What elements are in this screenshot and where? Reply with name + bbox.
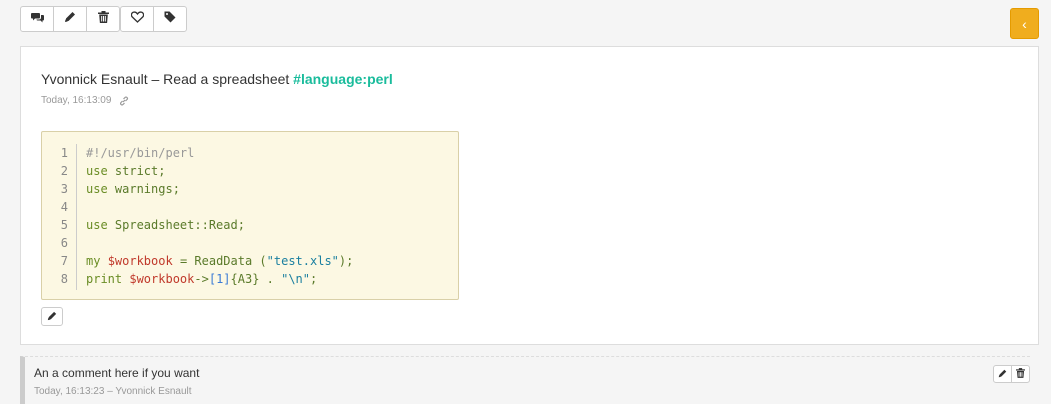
- code-text: use warnings;: [86, 180, 180, 198]
- post-card: Yvonnick Esnault – Read a spreadsheet #l…: [20, 46, 1039, 345]
- comment-item: An a comment here if you want Today, 16:…: [20, 356, 1030, 404]
- post-title: Yvonnick Esnault – Read a spreadsheet #l…: [41, 71, 393, 87]
- edit-comment-button[interactable]: [993, 365, 1012, 383]
- trash-icon: [1016, 365, 1025, 383]
- pencil-icon: [47, 308, 57, 326]
- link-icon[interactable]: [119, 96, 129, 106]
- code-token: use: [86, 218, 115, 232]
- code-token: );: [338, 254, 354, 268]
- code-text: use Spreadsheet::Read;: [86, 216, 245, 234]
- heart-icon: [130, 10, 144, 28]
- code-token: "\n": [281, 272, 311, 286]
- pencil-icon: [64, 10, 76, 28]
- code-token: #!/usr/bin/perl: [86, 146, 195, 160]
- tag-button[interactable]: [153, 6, 187, 32]
- code-token: = ReadData (: [172, 254, 267, 268]
- code-text: print $workbook->[1]{A3} . "\n";: [86, 270, 317, 288]
- line-number: 1: [60, 146, 68, 160]
- code-token: [1]: [208, 272, 231, 286]
- trash-icon: [97, 10, 109, 28]
- code-token: {A3} .: [230, 272, 282, 286]
- code-token: "test.xls": [266, 254, 339, 268]
- delete-comment-button[interactable]: [1011, 365, 1030, 383]
- line-number: 2: [60, 164, 68, 178]
- post-toolbar: [20, 6, 187, 32]
- edit-button[interactable]: [53, 6, 87, 32]
- post-timestamp: Today, 16:13:09: [41, 95, 112, 106]
- line-number: 3: [60, 182, 68, 196]
- toolbar-group-main: [20, 6, 120, 32]
- pencil-icon: [998, 365, 1007, 383]
- code-token: my: [86, 254, 108, 268]
- line-number: 7: [60, 254, 68, 268]
- line-number: 4: [60, 200, 68, 214]
- comment-actions: [993, 365, 1030, 383]
- code-token: strict;: [114, 164, 166, 178]
- line-number: 6: [60, 236, 68, 250]
- code-token: $workbook: [129, 272, 195, 286]
- code-text: my $workbook = ReadData ("test.xls");: [86, 252, 353, 270]
- code-gutter-divider: [76, 144, 77, 290]
- code-token: $workbook: [107, 254, 173, 268]
- comments-icon: [30, 10, 44, 28]
- chevron-left-icon: ‹: [1022, 15, 1027, 32]
- post-meta: Today, 16:13:09: [41, 95, 129, 106]
- post-title-text: Yvonnick Esnault – Read a spreadsheet: [41, 71, 294, 87]
- code-token: use: [86, 182, 115, 196]
- code-token: ;: [310, 272, 318, 286]
- delete-button[interactable]: [86, 6, 120, 32]
- line-number: 5: [60, 218, 68, 232]
- code-token: warnings;: [114, 182, 180, 196]
- code-token: print: [86, 272, 130, 286]
- line-number: 8: [60, 272, 68, 286]
- collapse-toggle-button[interactable]: ‹: [1010, 8, 1039, 39]
- code-text: use strict;: [86, 162, 165, 180]
- favorite-button[interactable]: [120, 6, 154, 32]
- tag-icon: [164, 10, 176, 28]
- code-token: use: [86, 164, 115, 178]
- code-block: 1 #!/usr/bin/perl 2 use strict; 3 use warning…: [41, 131, 459, 300]
- code-token: Spreadsheet::Read;: [114, 218, 245, 232]
- language-tag[interactable]: #language:perl: [293, 71, 393, 87]
- toolbar-group-secondary: [120, 6, 187, 32]
- code-token: ->: [194, 272, 209, 286]
- edit-code-button[interactable]: [41, 307, 63, 326]
- code-text: #!/usr/bin/perl: [86, 144, 194, 162]
- comment-meta: Today, 16:13:23 – Yvonnick Esnault: [34, 386, 192, 397]
- comment-button[interactable]: [20, 6, 54, 32]
- comment-text: An a comment here if you want: [34, 366, 200, 380]
